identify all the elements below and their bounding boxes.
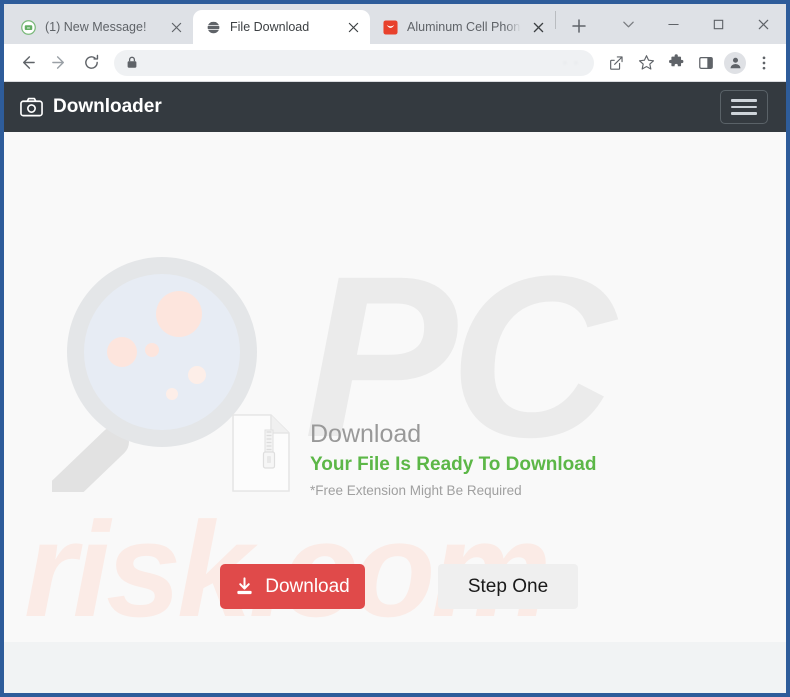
download-info-row: Download Your File Is Ready To Download … [232,414,596,498]
svg-text:m: m [26,26,29,30]
browser-toolbar: · · [4,44,786,82]
brand-label: Downloader [53,96,162,117]
site-brand[interactable]: Downloader [20,96,162,118]
tab-close-button[interactable] [168,19,184,35]
red-square-icon [382,19,398,35]
web-page: Downloader PC risk.com [4,82,786,642]
step-one-button[interactable]: Step One [438,564,578,609]
share-icon[interactable] [602,49,630,77]
tab-strip: m (1) New Message! File Download Aluminu… [4,4,786,44]
url-text: · · [563,56,580,69]
download-button-label: Download [265,575,350,597]
window-controls [606,4,786,44]
reload-icon[interactable] [76,48,106,78]
lock-icon [126,56,138,69]
download-ready-text: Your File Is Ready To Download [310,453,597,475]
forward-arrow-icon[interactable] [44,48,74,78]
download-title: Download [310,420,422,448]
address-bar[interactable]: · · [114,49,594,76]
camera-icon [20,97,43,117]
tab-title: (1) New Message! [45,20,147,34]
hamburger-bar [731,105,757,109]
browser-window: m (1) New Message! File Download Aluminu… [0,0,790,697]
profile-avatar-icon[interactable] [724,51,746,74]
star-icon[interactable] [632,49,660,77]
hamburger-menu-icon[interactable] [720,90,768,124]
mail-green-icon: m [20,19,36,35]
maximize-button[interactable] [696,4,741,44]
browser-tab-file-download[interactable]: File Download [193,10,370,44]
tab-separator [555,11,556,29]
site-header: Downloader [4,82,786,132]
globe-icon [205,19,221,35]
new-tab-button[interactable] [564,11,594,41]
tab-close-button[interactable] [345,19,361,35]
download-button[interactable]: Download [220,564,365,609]
back-arrow-icon[interactable] [12,48,42,78]
hamburger-bar [731,99,757,102]
tab-close-button[interactable] [530,19,546,35]
side-panel-icon[interactable] [692,49,720,77]
zip-file-icon [232,414,290,497]
download-panel: Download Your File Is Ready To Download … [4,132,786,642]
tab-title: File Download [230,20,310,34]
three-dot-menu-icon[interactable] [750,49,778,77]
tab-title: Aluminum Cell Phone H [407,20,521,34]
puzzle-icon[interactable] [662,49,690,77]
minimize-button[interactable] [651,4,696,44]
close-button[interactable] [741,4,786,44]
download-arrow-icon [235,577,254,596]
step-one-label: Step One [467,575,549,597]
browser-tab-new-message[interactable]: m (1) New Message! [8,10,193,44]
tab-search-button[interactable] [606,4,651,44]
hamburger-bar [731,112,757,115]
download-note: *Free Extension Might Be Required [310,482,522,498]
browser-tab-aluminum-cell-phone[interactable]: Aluminum Cell Phone H [370,10,555,44]
download-text-block: Download Your File Is Ready To Download … [310,414,596,498]
